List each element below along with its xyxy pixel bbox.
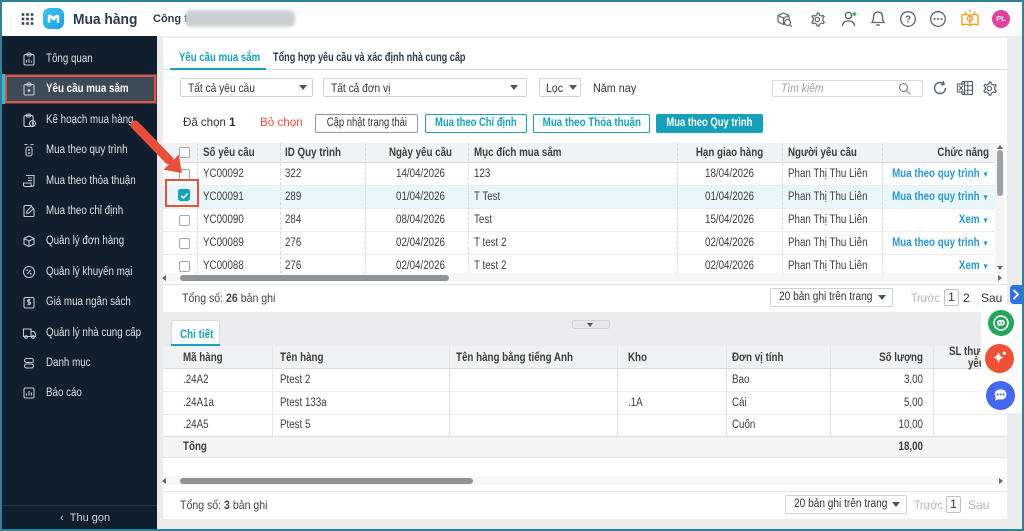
svg-text:?: ? <box>905 15 911 26</box>
